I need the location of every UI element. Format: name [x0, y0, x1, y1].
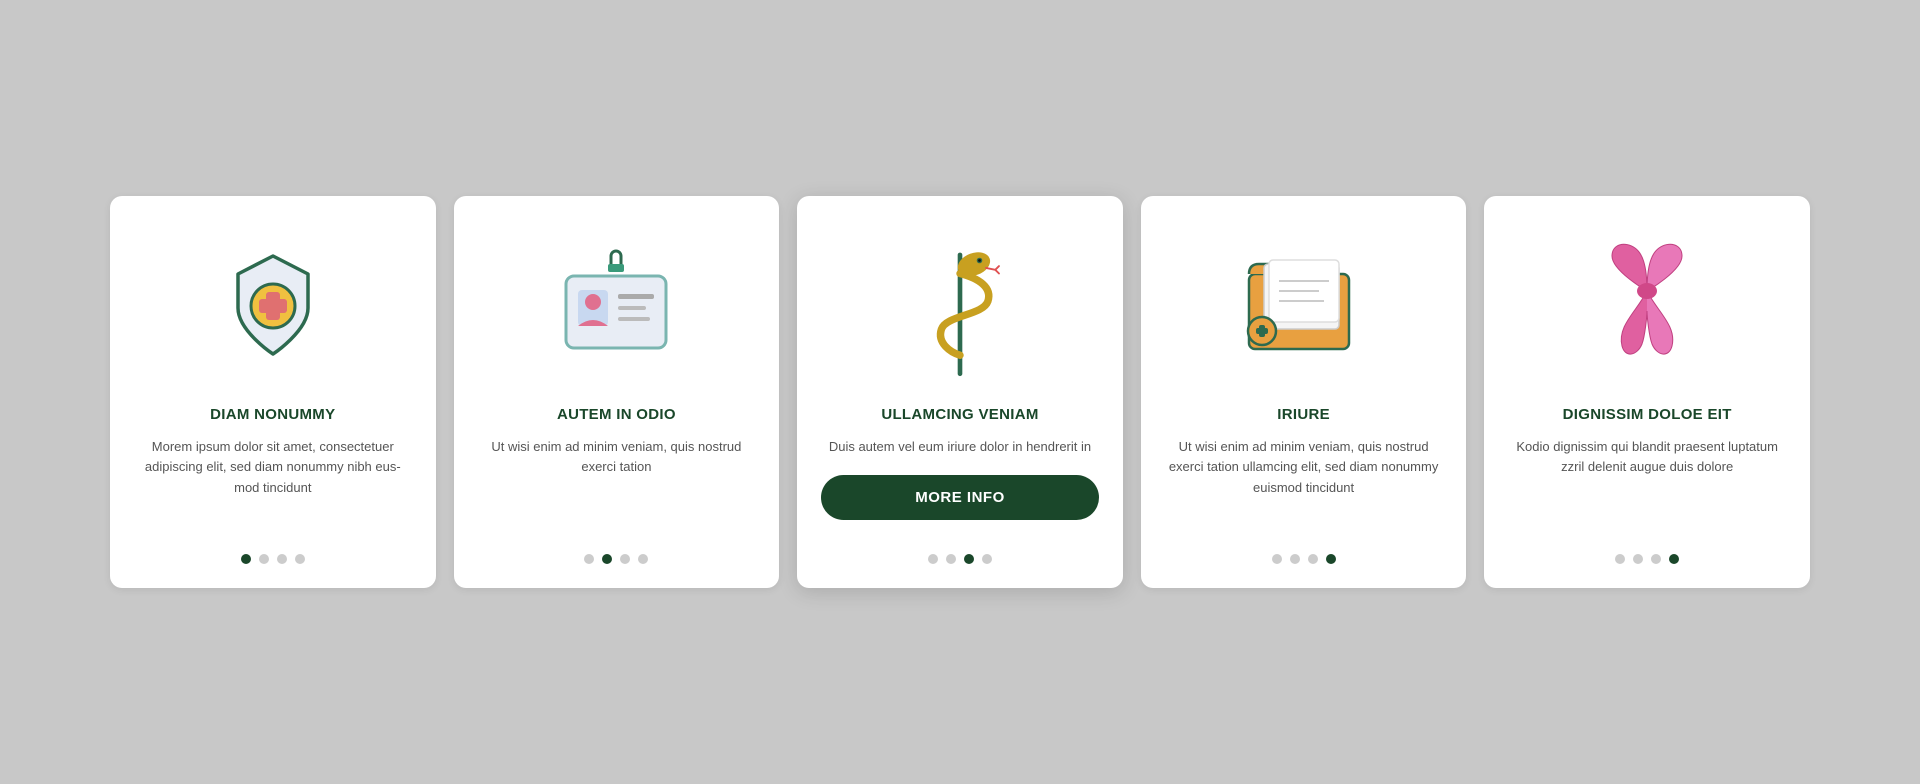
dot: [1326, 554, 1336, 564]
card-3-dots: [928, 554, 992, 564]
dot: [620, 554, 630, 564]
dot: [241, 554, 251, 564]
id-card-icon: [478, 226, 756, 386]
card-3-body: Duis autem vel eum iriure dolor in hendr…: [829, 437, 1091, 458]
more-info-button[interactable]: MORE INFO: [821, 475, 1099, 520]
card-5-title: DIGNISSIM DOLOE EIT: [1563, 406, 1732, 423]
shield-medical-icon: [134, 226, 412, 386]
dot: [584, 554, 594, 564]
card-1-body: Morem ipsum dolor sit amet, consectetuer…: [134, 437, 412, 539]
dot: [295, 554, 305, 564]
dot: [638, 554, 648, 564]
dot: [1633, 554, 1643, 564]
card-2: AUTEM IN ODIO Ut wisi enim ad minim veni…: [454, 196, 780, 589]
card-2-dots: [584, 554, 648, 564]
card-4-dots: [1272, 554, 1336, 564]
card-4-title: IRIURE: [1277, 406, 1330, 423]
card-4: IRIURE Ut wisi enim ad minim veniam, qui…: [1141, 196, 1467, 589]
dot: [946, 554, 956, 564]
card-2-title: AUTEM IN ODIO: [557, 406, 676, 423]
dot: [982, 554, 992, 564]
card-2-body: Ut wisi enim ad minim veniam, quis nostr…: [478, 437, 756, 539]
dot: [602, 554, 612, 564]
dot: [259, 554, 269, 564]
card-3-title: ULLAMCING VENIAM: [881, 406, 1038, 423]
medical-folder-icon: [1165, 226, 1443, 386]
card-5-dots: [1615, 554, 1679, 564]
dot: [1615, 554, 1625, 564]
dot: [1651, 554, 1661, 564]
card-5-body: Kodio dignissim qui blandit praesent lup…: [1508, 437, 1786, 539]
dot: [1669, 554, 1679, 564]
dot: [964, 554, 974, 564]
card-4-body: Ut wisi enim ad minim veniam, quis nostr…: [1165, 437, 1443, 539]
card-1: DIAM NONUMMY Morem ipsum dolor sit amet,…: [110, 196, 436, 589]
dot: [1290, 554, 1300, 564]
dot: [277, 554, 287, 564]
cards-container: DIAM NONUMMY Morem ipsum dolor sit amet,…: [110, 196, 1810, 589]
snake-staff-icon: [821, 226, 1099, 386]
card-1-title: DIAM NONUMMY: [210, 406, 335, 423]
ribbon-icon: [1508, 226, 1786, 386]
dot: [1308, 554, 1318, 564]
dot: [1272, 554, 1282, 564]
card-1-dots: [241, 554, 305, 564]
dot: [928, 554, 938, 564]
card-3: ULLAMCING VENIAM Duis autem vel eum iriu…: [797, 196, 1123, 589]
card-5: DIGNISSIM DOLOE EIT Kodio dignissim qui …: [1484, 196, 1810, 589]
